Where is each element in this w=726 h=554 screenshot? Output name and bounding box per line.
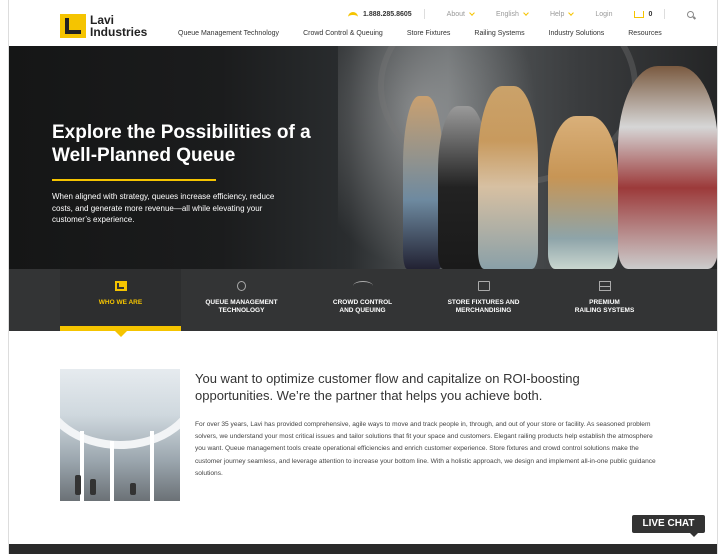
category-premium-railing[interactable]: PREMIUM RAILING SYSTEMS (544, 269, 665, 331)
active-pointer (115, 331, 127, 337)
footer-strip (8, 544, 718, 554)
hero-photo-person (618, 66, 718, 269)
live-chat-button[interactable]: LIVE CHAT (632, 515, 705, 537)
phone-number[interactable]: 1.888.285.8605 (348, 11, 412, 18)
main-nav: Queue Management Technology Crowd Contro… (178, 30, 686, 37)
crowd-icon (352, 281, 373, 291)
logo-line2: Industries (90, 25, 148, 39)
about-heading: You want to optimize customer flow and c… (195, 371, 580, 403)
category-band: WHO WE ARE QUEUE MANAGEMENT TECHNOLOGY C… (8, 269, 718, 337)
category-queue-management-technology[interactable]: QUEUE MANAGEMENT TECHNOLOGY (181, 269, 302, 331)
utility-bar: 1.888.285.8605 About English Help Login … (348, 9, 695, 19)
hero-photo-person (548, 116, 618, 269)
divider (423, 9, 425, 19)
lavi-logo-icon (60, 14, 86, 38)
about-body: For over 35 years, Lavi has provided com… (195, 421, 656, 477)
railing-icon (598, 281, 611, 291)
site-header: Lavi Industries 1.888.285.8605 About Eng… (8, 0, 718, 46)
nav-railing-systems[interactable]: Railing Systems (474, 30, 524, 37)
divider (664, 9, 666, 19)
category-store-fixtures[interactable]: STORE FIXTURES AND MERCHANDISING (423, 269, 544, 331)
terminal-photo (60, 369, 180, 501)
hero-divider (52, 179, 216, 181)
phone-icon (348, 11, 358, 17)
hero-photo-person (403, 96, 443, 269)
lavi-logo[interactable]: Lavi Industries (60, 14, 147, 38)
hero-body: When aligned with strategy, queues incre… (52, 192, 275, 224)
category-who-we-are[interactable]: WHO WE ARE (60, 269, 181, 337)
category-crowd-control[interactable]: CROWD CONTROL AND QUEUING (302, 269, 423, 331)
chevron-down-icon (523, 9, 529, 16)
about-menu[interactable]: About (447, 9, 475, 18)
search-icon[interactable] (687, 10, 695, 18)
hero-title: Explore the Possibilities of a Well-Plan… (52, 122, 311, 166)
nav-crowd-control-queuing[interactable]: Crowd Control & Queuing (303, 30, 383, 37)
cart-count: 0 (648, 10, 653, 18)
nav-store-fixtures[interactable]: Store Fixtures (407, 30, 451, 37)
chevron-down-icon (568, 9, 575, 16)
nav-industry-solutions[interactable]: Industry Solutions (549, 30, 605, 37)
lavi-logo-icon (114, 281, 127, 291)
hero-banner: Explore the Possibilities of a Well-Plan… (8, 46, 718, 269)
queue-tech-icon (237, 281, 246, 291)
cart-icon (634, 10, 645, 18)
shopping-bag-icon (477, 281, 490, 291)
nav-resources[interactable]: Resources (628, 30, 661, 37)
language-menu[interactable]: English (496, 9, 529, 18)
chevron-down-icon (469, 9, 475, 16)
nav-queue-management-technology[interactable]: Queue Management Technology (178, 30, 279, 37)
cart-button[interactable]: 0 (634, 10, 653, 18)
login-link[interactable]: Login (595, 11, 612, 18)
help-menu[interactable]: Help (550, 9, 575, 18)
hero-photo-person (478, 86, 538, 269)
